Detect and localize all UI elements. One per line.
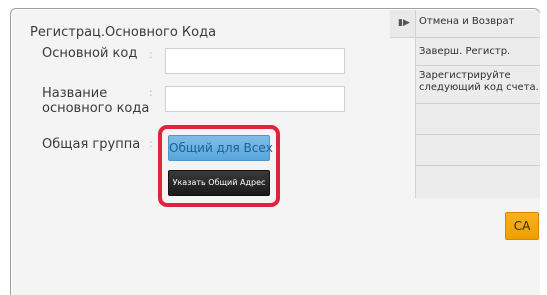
primary-code-name-label: Название основного кода bbox=[42, 86, 150, 116]
primary-code-name-input[interactable] bbox=[165, 86, 345, 112]
register-next-code-button[interactable]: Зарегистрируйте следующий код счета. bbox=[416, 66, 540, 104]
finish-registration-button[interactable]: Заверш. Регистр. bbox=[416, 38, 540, 66]
set-common-address-button[interactable]: Указать Общий Адрес bbox=[168, 170, 270, 196]
panel-frame: Регистрац.Основного Кода Основной код : … bbox=[10, 8, 540, 295]
cancel-and-return-button[interactable]: Отмена и Возврат bbox=[416, 10, 540, 38]
screen: Регистрац.Основного Кода Основной код : … bbox=[12, 10, 540, 295]
common-group-label: Общая группа bbox=[42, 137, 141, 152]
common-group-colon: : bbox=[149, 137, 153, 150]
primary-code-label: Основной код bbox=[42, 46, 138, 61]
action-item-empty-2 bbox=[416, 135, 540, 166]
action-list: Отмена и Возврат Заверш. Регистр. Зареги… bbox=[415, 10, 540, 198]
primary-code-colon: : bbox=[149, 48, 153, 61]
main-form-area: Регистрац.Основного Кода Основной код : … bbox=[12, 10, 390, 295]
primary-code-name-colon: : bbox=[149, 86, 153, 99]
ca-button[interactable]: CA bbox=[505, 212, 539, 240]
action-item-empty-1 bbox=[416, 104, 540, 135]
action-item-empty-3 bbox=[416, 166, 540, 198]
action-panel: ▮▶ Отмена и Возврат Заверш. Регистр. Зар… bbox=[390, 10, 540, 295]
panel-toggle[interactable]: ▮▶ bbox=[390, 10, 415, 38]
page-title: Регистрац.Основного Кода bbox=[30, 25, 217, 40]
play-pause-icon[interactable]: ▮▶ bbox=[398, 18, 410, 28]
common-for-all-button[interactable]: Общий для Всех bbox=[168, 135, 273, 161]
primary-code-input[interactable] bbox=[165, 48, 345, 74]
